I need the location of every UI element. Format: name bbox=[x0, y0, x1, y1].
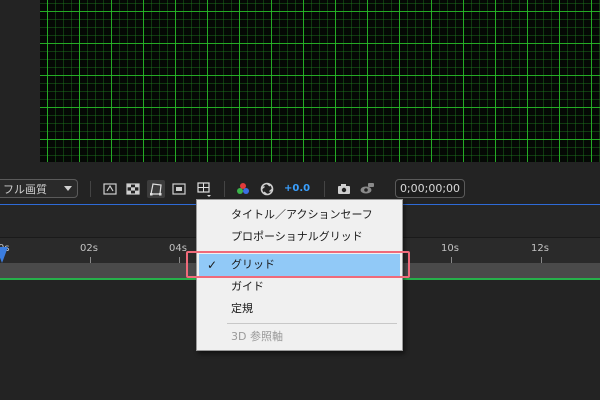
color-channel-icon[interactable] bbox=[234, 180, 252, 198]
camera-snapshot-icon[interactable] bbox=[335, 180, 353, 198]
menu-item-3d-reference-axes: 3D 参照軸 bbox=[199, 326, 400, 348]
show-snapshot-icon[interactable] bbox=[358, 180, 376, 198]
toolbar-divider bbox=[224, 181, 225, 197]
menu-item-grid[interactable]: ✓ グリッド bbox=[199, 254, 400, 276]
composition-viewer bbox=[0, 0, 600, 172]
resolution-value: フル画質 bbox=[3, 183, 47, 196]
menu-item-label: 定規 bbox=[231, 302, 253, 315]
menu-divider bbox=[227, 323, 397, 324]
menu-item-rulers[interactable]: 定規 bbox=[199, 298, 400, 320]
guide-options-icon[interactable] bbox=[195, 180, 213, 198]
ruler-label: 10s bbox=[441, 243, 459, 254]
chevron-down-icon bbox=[64, 186, 72, 191]
transparency-grid-icon[interactable] bbox=[124, 180, 142, 198]
resolution-dropdown[interactable]: フル画質 bbox=[0, 179, 78, 198]
guide-options-menu: タイトル／アクションセーフ プロポーショナルグリッド ✓ グリッド ガイド 定規… bbox=[196, 199, 403, 351]
menu-item-label: プロポーショナルグリッド bbox=[231, 230, 363, 243]
menu-item-proportional-grid[interactable]: プロポーショナルグリッド bbox=[199, 226, 400, 248]
menu-item-label: 3D 参照軸 bbox=[231, 330, 283, 343]
menu-item-label: ガイド bbox=[231, 280, 264, 293]
menu-item-label: グリッド bbox=[231, 258, 275, 271]
menu-item-title-action-safe[interactable]: タイトル／アクションセーフ bbox=[199, 204, 400, 226]
menu-item-guides[interactable]: ガイド bbox=[199, 276, 400, 298]
menu-item-label: タイトル／アクションセーフ bbox=[231, 208, 373, 221]
menu-divider bbox=[227, 251, 397, 252]
toolbar-divider bbox=[324, 181, 325, 197]
reset-exposure-icon[interactable] bbox=[258, 180, 276, 198]
overlay-icon[interactable] bbox=[170, 180, 188, 198]
checkmark-icon: ✓ bbox=[207, 258, 218, 272]
ruler-label: 02s bbox=[80, 243, 98, 254]
mask-path-icon[interactable] bbox=[147, 180, 165, 198]
ruler-label: 04s bbox=[169, 243, 187, 254]
playhead-marker[interactable] bbox=[0, 247, 8, 263]
composition-canvas-grid[interactable] bbox=[40, 0, 600, 162]
timecode-display[interactable]: 0;00;00;00 bbox=[395, 179, 465, 198]
toolbar-divider bbox=[90, 181, 91, 197]
exposure-value[interactable]: +0.0 bbox=[284, 180, 310, 198]
ruler-label: 12s bbox=[531, 243, 549, 254]
region-of-interest-icon[interactable] bbox=[101, 180, 119, 198]
